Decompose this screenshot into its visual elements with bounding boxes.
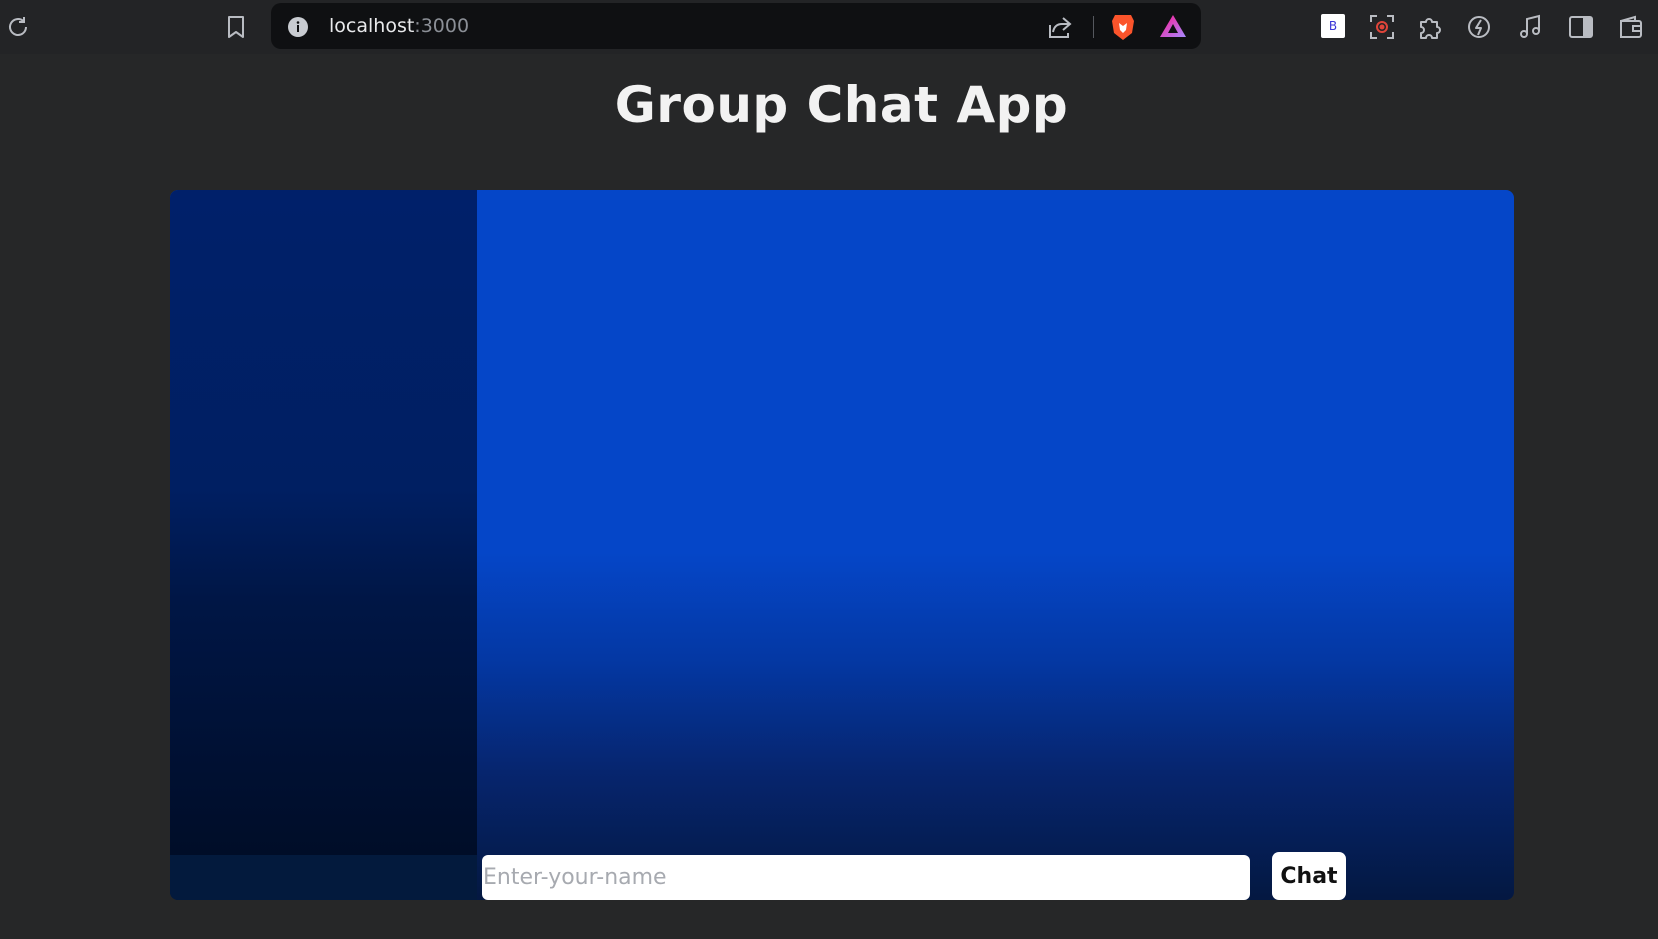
url-text[interactable]: localhost:3000: [329, 3, 469, 49]
extension-b-icon[interactable]: B: [1321, 14, 1345, 38]
share-icon[interactable]: [1046, 14, 1074, 40]
brave-rewards-triangle-icon[interactable]: [1159, 13, 1187, 39]
music-note-icon[interactable]: [1516, 13, 1544, 41]
puzzle-icon[interactable]: [1416, 13, 1444, 41]
reload-icon[interactable]: [4, 13, 32, 41]
address-bar[interactable]: localhost:3000: [271, 3, 1201, 49]
chat-container: Chat: [170, 190, 1514, 900]
url-host: localhost: [329, 15, 415, 37]
brave-lion-icon[interactable]: [1110, 13, 1136, 41]
wallet-icon[interactable]: [1617, 13, 1645, 41]
leo-icon[interactable]: [1465, 13, 1493, 41]
page-title: Group Chat App: [614, 76, 1069, 134]
bookmark-icon[interactable]: [222, 13, 250, 41]
info-icon[interactable]: [286, 15, 310, 39]
address-bar-divider: [1093, 16, 1094, 38]
chat-sidebar: [170, 190, 477, 855]
screen-capture-icon[interactable]: [1368, 13, 1396, 41]
url-port: :3000: [414, 15, 470, 37]
sidebar-icon[interactable]: [1567, 13, 1595, 41]
browser-toolbar: localhost:3000 B: [0, 0, 1658, 54]
chat-sidebar-footer: [170, 855, 477, 900]
name-input[interactable]: [482, 855, 1250, 900]
chat-button[interactable]: Chat: [1272, 852, 1346, 900]
extension-b-letter: B: [1328, 19, 1338, 33]
